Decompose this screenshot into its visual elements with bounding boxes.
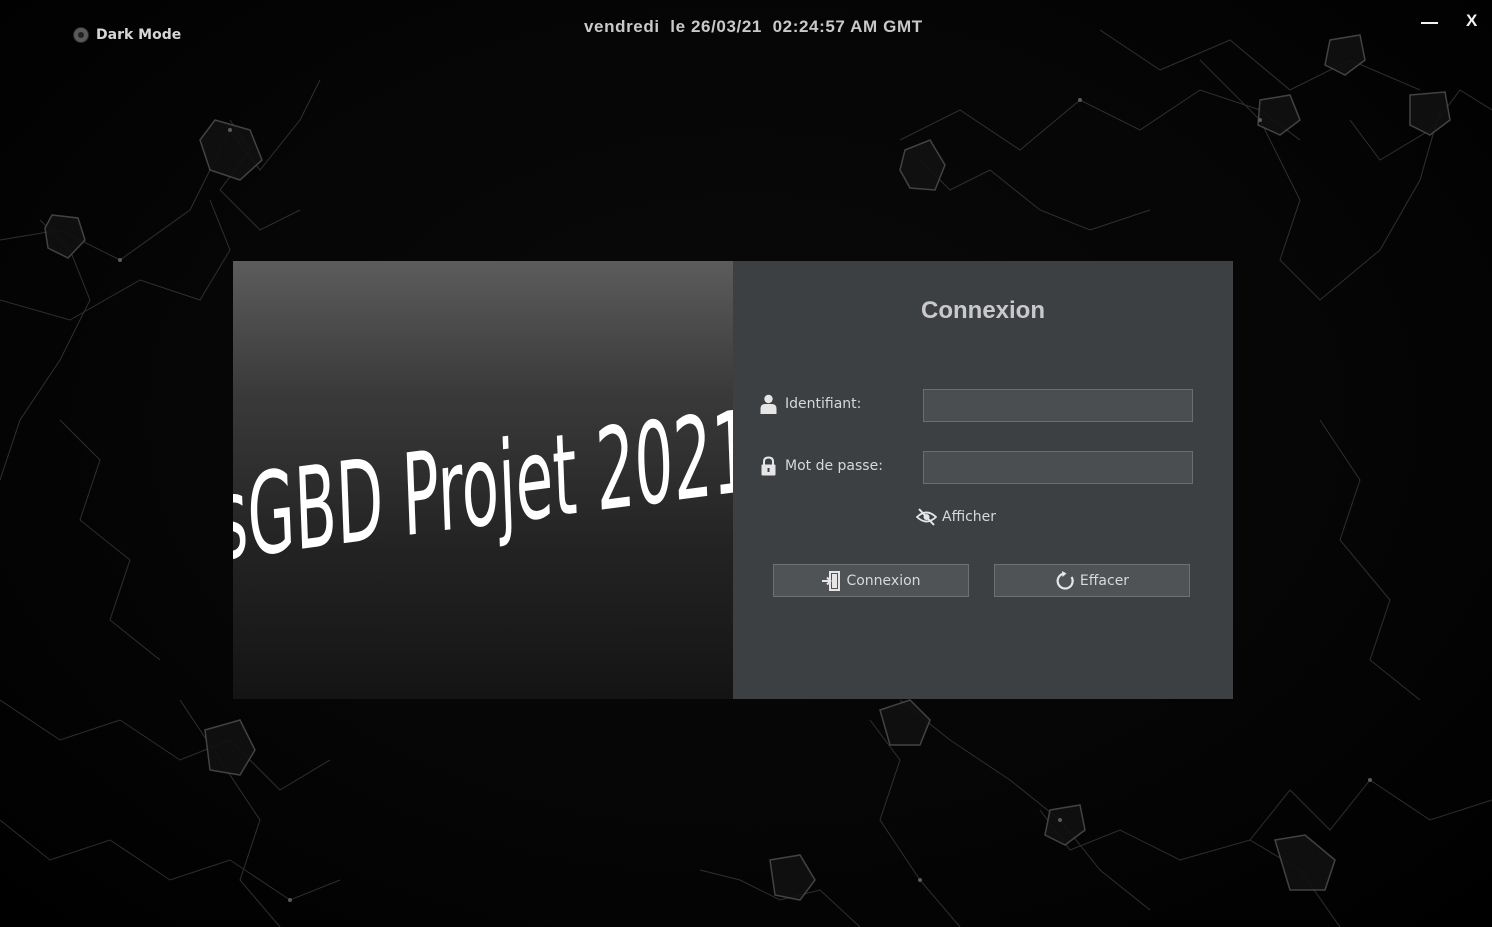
dark-mode-radio[interactable]: Dark Mode xyxy=(73,27,181,43)
refresh-icon xyxy=(1056,570,1074,590)
dark-mode-label: Dark Mode xyxy=(96,27,182,43)
clear-button[interactable]: Effacer xyxy=(994,564,1190,597)
show-password-label: Afficher xyxy=(942,509,997,525)
connect-button[interactable]: Connexion xyxy=(773,564,969,597)
close-button[interactable]: X xyxy=(1466,11,1477,31)
login-form: Connexion Identifiant: Mot de passe: Aff… xyxy=(733,261,1233,699)
logo-text: sGBD Projet 2021 xyxy=(233,387,733,587)
datetime-display: vendredi le 26/03/21 02:24:57 AM GMT xyxy=(584,17,923,36)
sign-in-icon xyxy=(822,570,841,591)
radio-button-icon[interactable] xyxy=(73,27,89,43)
username-input[interactable] xyxy=(923,389,1193,422)
minimize-button[interactable] xyxy=(1421,10,1439,30)
minimize-icon xyxy=(1421,22,1438,24)
login-title: Connexion xyxy=(921,297,1045,324)
password-label-text: Mot de passe: xyxy=(785,458,883,474)
password-label: Mot de passe: xyxy=(760,456,883,476)
user-icon xyxy=(760,394,777,414)
project-logo: sGBD Projet 2021 xyxy=(233,387,733,587)
lock-icon xyxy=(761,456,776,476)
connect-button-label: Connexion xyxy=(846,572,921,589)
logo-panel: sGBD Projet 2021 xyxy=(233,261,733,699)
password-input[interactable] xyxy=(923,451,1193,484)
username-label-text: Identifiant: xyxy=(785,396,862,412)
clear-button-label: Effacer xyxy=(1079,572,1130,589)
login-screen: Dark Mode vendredi le 26/03/21 02:24:57 … xyxy=(0,0,1492,927)
username-label: Identifiant: xyxy=(760,394,861,414)
show-password-toggle[interactable]: Afficher xyxy=(916,508,996,526)
eye-slash-icon xyxy=(916,508,937,526)
login-panel: sGBD Projet 2021 Connexion Identifiant: xyxy=(233,261,1233,699)
